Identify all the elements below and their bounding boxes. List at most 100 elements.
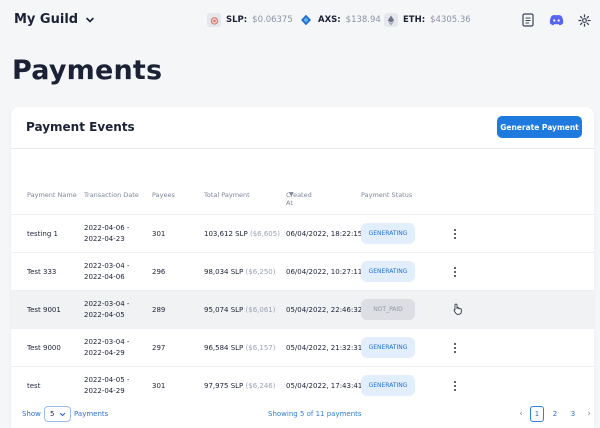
page-title: Payments [12, 55, 163, 86]
payees-count: 289 [152, 306, 166, 314]
payment-name: Test 9001 [27, 306, 61, 314]
page-size-value: 5 [50, 410, 55, 418]
payment-name: testing 1 [27, 230, 58, 238]
status-badge: GENERATING [361, 261, 415, 282]
date-from: 2022-03-04 - [84, 262, 130, 270]
ticker-axs: AXS: $138.94 [299, 13, 381, 27]
gear-icon[interactable] [576, 12, 592, 28]
col-total-payment[interactable]: Total Payment [204, 191, 250, 199]
guild-name: My Guild [14, 12, 79, 27]
generate-payment-button[interactable]: Generate Payment [497, 116, 582, 138]
status-badge: GENERATING [361, 223, 415, 244]
showing-count: Showing 5 of 11 payments [268, 410, 362, 418]
more-options-icon[interactable] [452, 265, 458, 279]
table-row[interactable]: Test 9001 2022-03-04 - 2022-04-05 289 95,… [11, 290, 594, 328]
status-badge: GENERATING [361, 375, 415, 396]
eth-token-icon [384, 13, 398, 27]
date-to: 2022-04-06 [84, 273, 125, 281]
page-button-2[interactable]: 2 [548, 406, 562, 422]
total-slp: 95,074 SLP [204, 306, 244, 314]
total-usd: ($6,157) [245, 344, 276, 352]
created-at: 06/04/2022, 18:22:15 [286, 230, 363, 238]
transaction-date: 2022-03-04 - 2022-04-29 [84, 337, 129, 359]
top-bar: My Guild SLP: $0.06375 AXS: $138.94 ETH:… [0, 0, 600, 42]
date-from: 2022-04-06 - [84, 224, 130, 232]
date-from: 2022-04-05 - [84, 376, 130, 384]
pagination: ‹ 1 2 3 › [516, 406, 594, 422]
date-from: 2022-03-04 - [84, 338, 130, 346]
payment-name: Test 9000 [27, 344, 61, 352]
page-button-3[interactable]: 3 [566, 406, 580, 422]
ticker-price: $0.06375 [252, 15, 293, 25]
slp-token-icon [207, 13, 221, 27]
payments-label: Payments [74, 410, 109, 418]
sort-down-icon: ▼ [289, 191, 294, 198]
status-badge: NOT_PAID [361, 299, 415, 320]
ticker-symbol: ETH: [403, 15, 426, 25]
col-payment-status[interactable]: Payment Status [361, 191, 412, 199]
total-usd: ($6,246) [245, 382, 276, 390]
ticker-symbol: SLP: [226, 15, 248, 25]
page-size-select[interactable]: 5 [44, 406, 71, 422]
ticker-price: $4305.36 [430, 15, 471, 25]
prev-page-button[interactable]: ‹ [516, 409, 526, 419]
col-transaction-date[interactable]: Transaction Date [84, 191, 139, 199]
ticker-symbol: AXS: [318, 15, 341, 25]
axs-token-icon [299, 13, 313, 27]
card-title: Payment Events [26, 120, 135, 134]
created-at: 05/04/2022, 21:32:31 [286, 344, 363, 352]
total-usd: ($6,250) [245, 268, 276, 276]
total-slp: 96,584 SLP [204, 344, 244, 352]
payment-name: Test 333 [27, 268, 57, 276]
table-row[interactable]: testing 1 2022-04-06 - 2022-04-23 301 103… [11, 214, 594, 252]
total-usd: ($6,061) [245, 306, 276, 314]
total-slp: 97,975 SLP [204, 382, 244, 390]
more-options-icon[interactable] [452, 379, 458, 393]
payees-count: 297 [152, 344, 166, 352]
show-label: Show [22, 410, 41, 418]
chevron-down-icon [59, 412, 66, 416]
table-header: Payment Name Transaction Date Payees Tot… [11, 191, 594, 207]
transaction-date: 2022-03-04 - 2022-04-05 [84, 299, 129, 321]
total-slp: 103,612 SLP [204, 230, 248, 238]
top-icons [520, 12, 592, 28]
discord-icon[interactable] [548, 12, 564, 28]
date-to: 2022-04-29 [84, 349, 125, 357]
payment-name: test [27, 382, 41, 390]
created-at: 05/04/2022, 17:43:41 [286, 382, 363, 390]
payees-count: 296 [152, 268, 166, 276]
payees-count: 301 [152, 382, 166, 390]
date-to: 2022-04-29 [84, 387, 125, 395]
payees-count: 301 [152, 230, 166, 238]
payment-events-card: Payment Events Generate Payment Payment … [11, 107, 594, 428]
table-row[interactable]: test 2022-04-05 - 2022-04-29 301 97,975 S… [11, 366, 594, 404]
table-row[interactable]: Test 333 2022-03-04 - 2022-04-06 296 98,0… [11, 252, 594, 290]
total-payment: 97,975 SLP ($6,246) [204, 382, 276, 390]
transaction-date: 2022-03-04 - 2022-04-06 [84, 261, 129, 283]
guild-selector[interactable]: My Guild [14, 12, 95, 27]
card-header: Payment Events Generate Payment [11, 107, 594, 149]
total-payment: 103,612 SLP ($6,605) [204, 230, 280, 238]
total-payment: 95,074 SLP ($6,061) [204, 306, 276, 314]
more-options-icon[interactable] [452, 341, 458, 355]
created-at: 05/04/2022, 22:46:32 [286, 306, 363, 314]
chevron-down-icon [86, 17, 94, 23]
total-usd: ($6,605) [249, 230, 280, 238]
total-slp: 98,034 SLP [204, 268, 244, 276]
transaction-date: 2022-04-05 - 2022-04-29 [84, 375, 129, 397]
table-footer: Show 5 Payments Showing 5 of 11 payments… [11, 406, 594, 424]
col-payees[interactable]: Payees [152, 191, 175, 199]
hand-cursor-icon [453, 303, 463, 317]
date-from: 2022-03-04 - [84, 300, 130, 308]
page-button-1[interactable]: 1 [530, 406, 544, 422]
ticker-price: $138.94 [345, 15, 381, 25]
next-page-button[interactable]: › [584, 409, 594, 419]
created-at: 06/04/2022, 10:27:11 [286, 268, 363, 276]
table-row[interactable]: Test 9000 2022-03-04 - 2022-04-29 297 96,… [11, 328, 594, 366]
document-icon[interactable] [520, 12, 536, 28]
date-to: 2022-04-05 [84, 311, 125, 319]
col-payment-name[interactable]: Payment Name [27, 191, 77, 199]
more-options-icon[interactable] [452, 227, 458, 241]
total-payment: 96,584 SLP ($6,157) [204, 344, 276, 352]
ticker-eth: ETH: $4305.36 [384, 13, 471, 27]
